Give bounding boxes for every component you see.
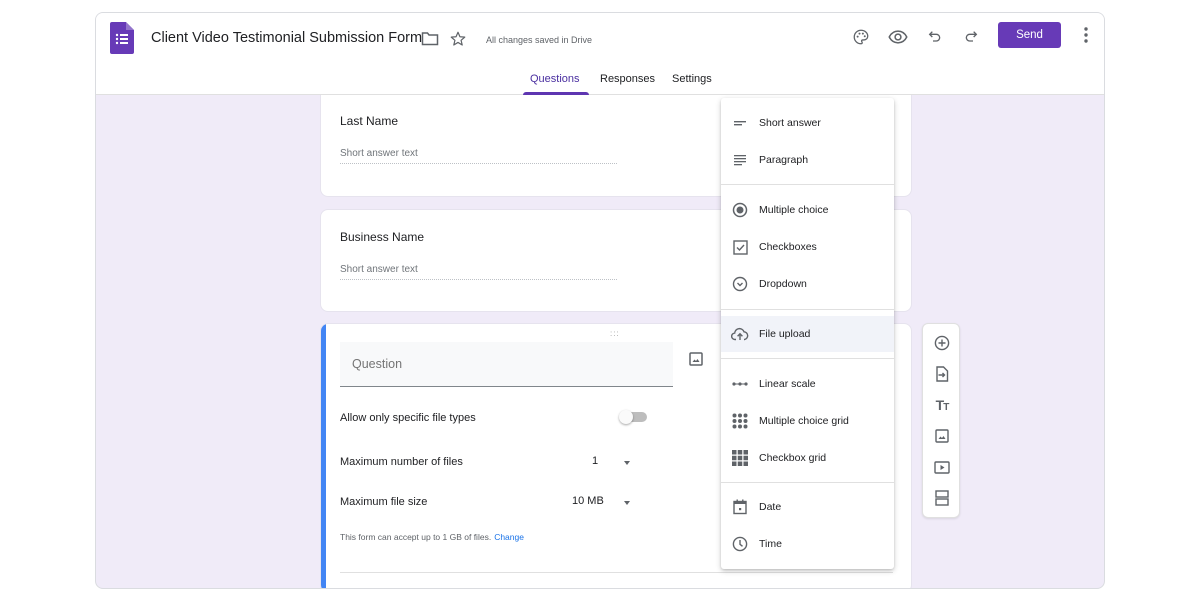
- menu-separator: [721, 309, 894, 310]
- undo-icon: [928, 31, 941, 42]
- short-answer-placeholder: Short answer text: [340, 264, 617, 280]
- mc-grid-icon: [732, 413, 748, 429]
- menu-item-label: Multiple choice grid: [759, 415, 849, 427]
- menu-item-label: Dropdown: [759, 278, 807, 290]
- cloud-upload-icon: [731, 327, 749, 341]
- menu-item-checkbox-grid[interactable]: Checkbox grid: [721, 440, 894, 476]
- add-question-icon: [934, 335, 950, 351]
- menu-item-file-upload[interactable]: File upload: [721, 316, 894, 352]
- header: Client Video Testimonial Submission Form…: [96, 13, 1104, 95]
- menu-item-label: Linear scale: [759, 378, 816, 390]
- question-title: Last Name: [340, 114, 399, 128]
- star-icon[interactable]: [449, 30, 467, 48]
- tab-questions[interactable]: Questions: [530, 73, 580, 85]
- max-size-select[interactable]: 10 MB: [572, 495, 604, 507]
- folder-icon[interactable]: [421, 32, 439, 46]
- checkbox-grid-icon: [732, 450, 748, 466]
- upload-limit-text: This form can accept up to 1 GB of files…: [340, 532, 492, 542]
- question-title: Business Name: [340, 230, 425, 244]
- import-questions-button[interactable]: [932, 364, 952, 384]
- form-title[interactable]: Client Video Testimonial Submission Form: [151, 30, 422, 46]
- tab-settings[interactable]: Settings: [672, 73, 712, 85]
- dropdown-icon: [732, 276, 748, 292]
- menu-item-label: Paragraph: [759, 154, 809, 166]
- menu-item-date[interactable]: Date: [721, 489, 894, 525]
- palette-icon: [853, 29, 869, 45]
- menu-item-short-answer[interactable]: Short answer: [721, 105, 894, 141]
- checkbox-icon: [732, 239, 748, 255]
- forms-logo-icon[interactable]: [110, 22, 134, 54]
- add-section-button[interactable]: [932, 488, 952, 508]
- undo-button[interactable]: [924, 26, 946, 48]
- import-questions-icon: [936, 366, 949, 382]
- add-video-button[interactable]: [932, 457, 952, 477]
- active-accent-bar: [321, 324, 326, 588]
- palette-button[interactable]: [850, 26, 872, 48]
- menu-item-label: Date: [759, 501, 782, 513]
- add-image-icon[interactable]: [689, 352, 703, 366]
- add-title-button[interactable]: TT: [932, 395, 952, 415]
- tab-responses[interactable]: Responses: [600, 73, 655, 85]
- max-files-caret-icon[interactable]: [624, 461, 630, 465]
- menu-item-label: Short answer: [759, 117, 821, 129]
- max-files-label: Maximum number of files: [340, 456, 463, 468]
- send-button[interactable]: Send: [998, 22, 1061, 48]
- max-files-select[interactable]: 1: [592, 455, 598, 467]
- menu-separator: [721, 482, 894, 483]
- menu-item-label: Checkboxes: [759, 241, 817, 253]
- short-answer-placeholder: Short answer text: [340, 148, 617, 164]
- menu-item-label: File upload: [759, 328, 811, 340]
- radio-icon: [732, 202, 748, 218]
- linear-scale-icon: [732, 382, 748, 386]
- menu-separator: [721, 184, 894, 185]
- add-image-icon: [935, 429, 949, 443]
- menu-item-paragraph[interactable]: Paragraph: [721, 142, 894, 178]
- menu-item-dropdown[interactable]: Dropdown: [721, 266, 894, 302]
- question-input[interactable]: [340, 342, 673, 387]
- preview-button[interactable]: [887, 26, 909, 48]
- redo-icon: [965, 31, 978, 42]
- toggle-knob: [619, 410, 633, 424]
- menu-item-linear-scale[interactable]: Linear scale: [721, 366, 894, 402]
- menu-item-label: Checkbox grid: [759, 452, 827, 464]
- max-size-label: Maximum file size: [340, 496, 428, 508]
- max-size-caret-icon[interactable]: [624, 501, 630, 505]
- eye-icon: [888, 30, 908, 44]
- calendar-icon: [733, 499, 747, 515]
- redo-button[interactable]: [960, 26, 982, 48]
- save-status: All changes saved in Drive: [486, 35, 593, 45]
- menu-item-label: Time: [759, 538, 782, 550]
- menu-item-time[interactable]: Time: [721, 526, 894, 562]
- drag-handle-icon[interactable]: :::: [610, 329, 620, 338]
- add-video-icon: [934, 460, 950, 474]
- menu-item-checkboxes[interactable]: Checkboxes: [721, 229, 894, 265]
- add-question-button[interactable]: [932, 333, 952, 353]
- add-section-icon: [935, 490, 949, 506]
- menu-item-label: Multiple choice: [759, 204, 829, 216]
- menu-item-multiple-choice[interactable]: Multiple choice: [721, 192, 894, 228]
- menu-item-mc-grid[interactable]: Multiple choice grid: [721, 403, 894, 439]
- change-limit-link[interactable]: Change: [494, 532, 524, 542]
- more-vert-icon[interactable]: [1078, 25, 1094, 45]
- add-image-button[interactable]: [932, 426, 952, 446]
- upload-limit-note: This form can accept up to 1 GB of files…: [340, 532, 524, 542]
- divider: [340, 572, 893, 573]
- question-type-menu: Short answer Paragraph Multiple choice C…: [721, 98, 894, 569]
- floating-toolbar: TT: [922, 323, 960, 518]
- add-title-icon: TT: [935, 397, 950, 413]
- menu-separator: [721, 358, 894, 359]
- short-answer-icon: [734, 121, 746, 126]
- clock-icon: [732, 536, 748, 552]
- paragraph-icon: [734, 155, 746, 166]
- tab-bar: Questions Responses Settings: [96, 71, 1104, 95]
- app-window: Client Video Testimonial Submission Form…: [95, 12, 1105, 589]
- allow-file-types-toggle[interactable]: [619, 410, 649, 424]
- allow-file-types-label: Allow only specific file types: [340, 412, 476, 424]
